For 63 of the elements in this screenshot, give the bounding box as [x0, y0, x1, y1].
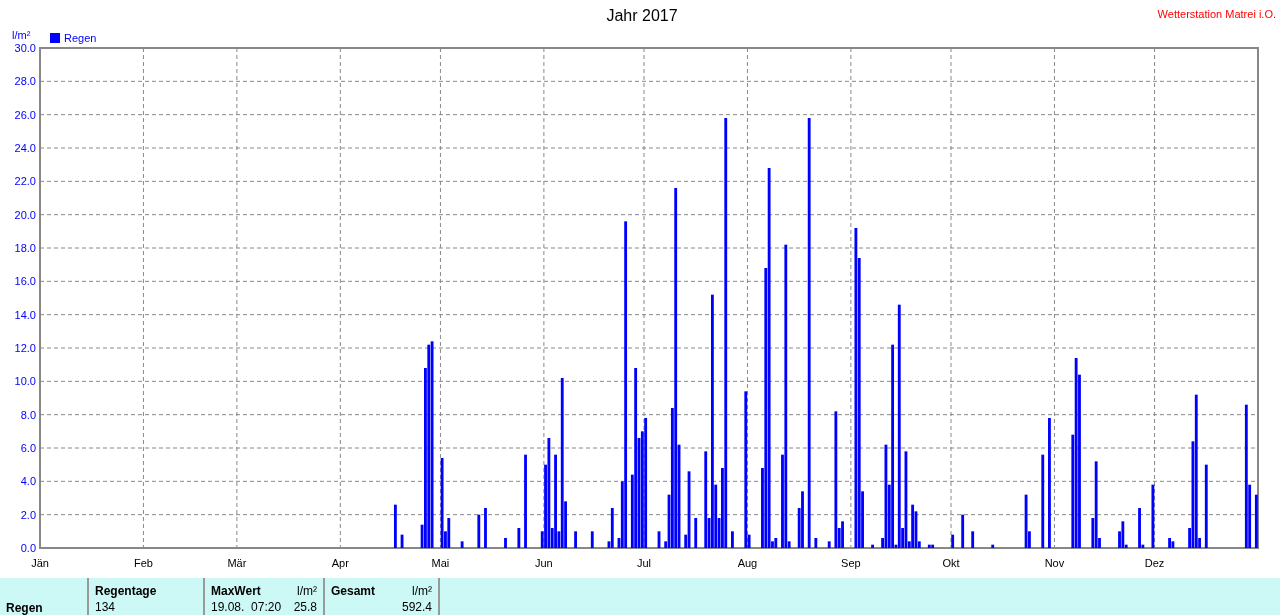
rain-bar	[961, 514, 965, 548]
x-tick-label: Jun	[535, 557, 553, 569]
rain-bar	[814, 538, 818, 548]
rain-bar	[971, 531, 975, 548]
legend-label: Regen	[64, 32, 97, 44]
y-tick-label: 2.0	[20, 508, 36, 521]
column-heading: Regentage	[95, 584, 157, 598]
rain-bar	[504, 538, 507, 548]
rain-bar	[694, 518, 698, 548]
y-tick-label: 6.0	[20, 442, 36, 454]
x-tick-label: Apr	[331, 557, 349, 569]
y-tick-label: 14.0	[14, 308, 36, 321]
x-tick-label: Nov	[1044, 557, 1065, 569]
rain-bar	[951, 534, 955, 548]
table-cell: 25.8	[293, 600, 317, 614]
y-tick-label: 0.0	[20, 542, 36, 554]
rain-bar	[590, 531, 594, 548]
y-tick-label: 24.0	[14, 142, 36, 154]
x-tick-label: Jän	[31, 557, 49, 569]
table-cell: 134	[95, 600, 116, 614]
y-tick-label: 22.0	[14, 175, 36, 188]
row-label: Regen	[6, 601, 43, 615]
unit-heading: l/m²	[412, 584, 432, 598]
y-tick-label: 20.0	[14, 208, 36, 221]
table-cell: 19.08. 07:20	[211, 600, 282, 614]
rain-bar	[484, 508, 487, 548]
y-tick-label: 10.0	[14, 375, 36, 388]
y-tick-label: 12.0	[14, 342, 36, 354]
rain-bar	[827, 541, 831, 548]
x-tick-label: Mai	[431, 557, 450, 569]
rain-bar	[460, 541, 464, 548]
x-tick-label: Mär	[227, 557, 247, 569]
rain-bar	[731, 531, 734, 548]
rain-bar	[517, 528, 521, 548]
rain-bar	[657, 531, 661, 548]
y-axis-label: l/m²	[12, 29, 31, 41]
rain-bar	[1254, 494, 1258, 548]
y-tick-label: 16.0	[14, 275, 36, 288]
rain-bar	[871, 544, 874, 548]
y-tick-label: 28.0	[14, 75, 36, 88]
x-tick-label: Jul	[636, 557, 652, 569]
y-tick-label: 8.0	[20, 408, 36, 421]
x-tick-label: Sep	[841, 557, 861, 569]
unit-heading: l/m²	[297, 584, 317, 598]
rain-bar	[477, 514, 481, 548]
y-tick-label: 18.0	[14, 242, 36, 254]
rain-bar	[991, 544, 995, 548]
y-tick-label: 26.0	[14, 108, 36, 121]
rain-bar	[400, 534, 404, 548]
column-heading: Gesamt	[331, 584, 376, 598]
x-tick-label: Aug	[737, 557, 758, 569]
station-name: Wetterstation Matrei i.O.	[1157, 8, 1276, 20]
x-tick-label: Okt	[942, 557, 960, 569]
x-tick-label: Dez	[1144, 557, 1165, 569]
rain-bar	[1151, 484, 1155, 548]
x-tick-label: Feb	[133, 557, 153, 569]
rain-bar	[393, 504, 397, 548]
rain-bar	[574, 531, 577, 548]
table-cell: 592.4	[401, 600, 432, 614]
column-heading: MaxWert	[211, 584, 261, 598]
chart-title: Jahr 2017	[606, 7, 678, 24]
y-tick-label: 4.0	[20, 475, 36, 488]
y-tick-label: 30.0	[14, 42, 36, 54]
